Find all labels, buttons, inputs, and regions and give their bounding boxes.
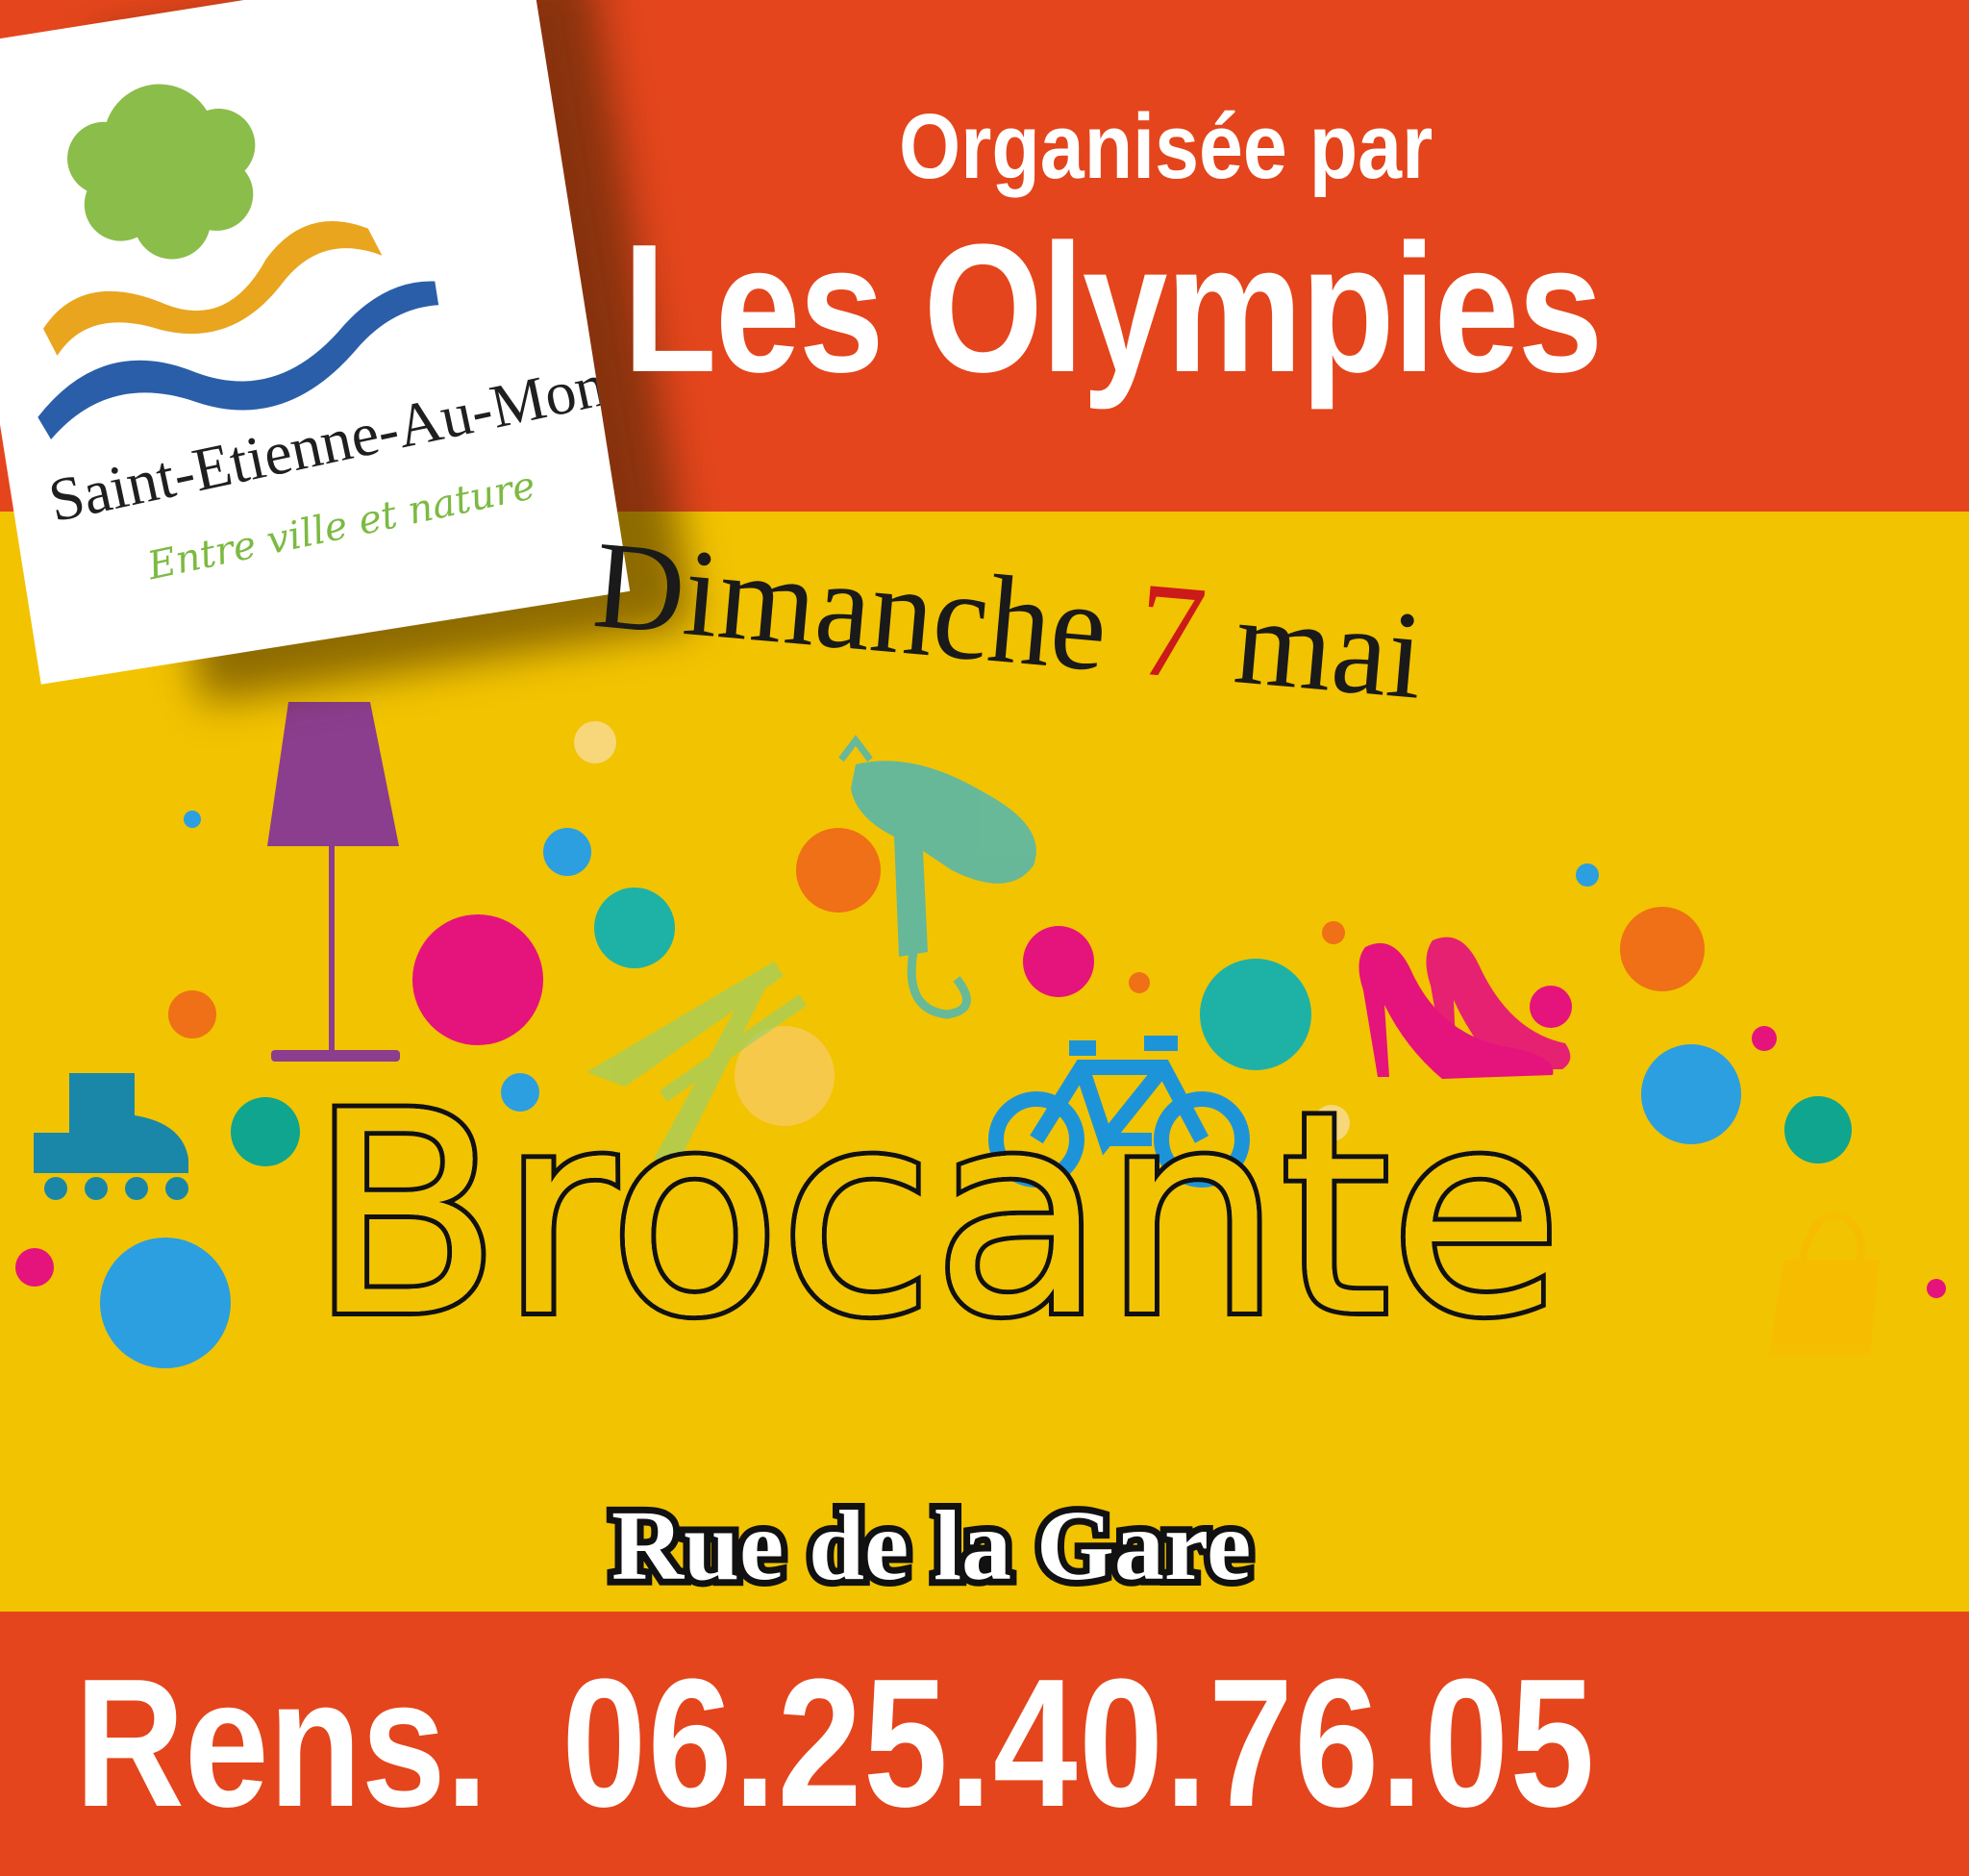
lamp-icon [267, 702, 400, 1062]
dot [1784, 1096, 1852, 1163]
shopping-bag-icon [1769, 1212, 1880, 1356]
organiser-name: Les Olympies [623, 207, 1603, 411]
dot [184, 811, 201, 828]
date-number: 7 [1131, 554, 1211, 709]
dot [100, 1238, 231, 1368]
dot [594, 888, 675, 968]
town-logo-art: Saint-Etienne-Au-Mont Entre ville et nat… [37, 84, 629, 589]
roller-skate-icon [34, 1073, 188, 1200]
event-title-fill: Brocante [310, 1054, 1562, 1378]
date-month: mai [1230, 571, 1429, 726]
dot [412, 914, 543, 1045]
event-location: Rue de la Gare [605, 1489, 1258, 1603]
town-logo: Saint-Etienne-Au-Mont Entre ville et nat… [0, 0, 631, 685]
dot [1322, 921, 1345, 944]
contact-prefix: Rens. [75, 1641, 488, 1845]
dot [231, 1097, 300, 1166]
dot [574, 721, 616, 763]
organised-by-label: Organisée par [899, 95, 1433, 198]
dot [1641, 1044, 1741, 1144]
dot [1129, 972, 1150, 993]
dot [15, 1248, 54, 1287]
dot [796, 828, 881, 913]
phone-number: 06.25.40.76.05 [561, 1641, 1597, 1845]
contact-info: Rens. 06.25.40.76.05 [75, 1652, 1596, 1835]
dot [168, 990, 216, 1038]
tree-icon [67, 84, 256, 260]
dot [1927, 1279, 1946, 1298]
dot [1576, 863, 1599, 887]
dot [1023, 926, 1094, 997]
dot [1620, 907, 1705, 991]
dot [543, 828, 591, 876]
dot [1530, 986, 1572, 1028]
dot [1752, 1026, 1777, 1051]
